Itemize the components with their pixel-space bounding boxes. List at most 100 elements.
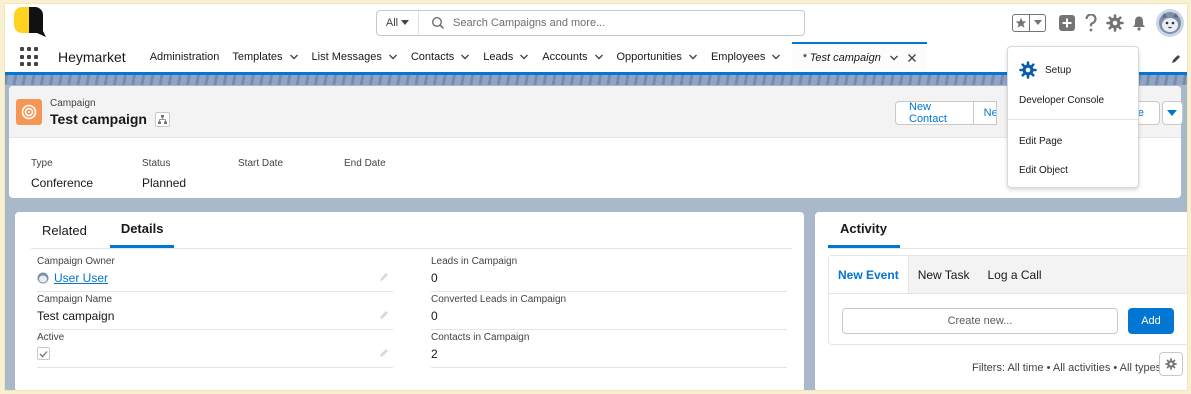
global-actions-icon[interactable]: [1056, 12, 1078, 34]
global-header: All: [5, 4, 1187, 42]
owner-link[interactable]: User User: [54, 271, 108, 285]
chevron-down-icon[interactable]: [594, 52, 604, 62]
close-icon[interactable]: [907, 53, 917, 63]
record-object-label: Campaign: [50, 98, 96, 109]
field-label: Leads in Campaign: [431, 256, 518, 267]
edit-nav-pencil-icon[interactable]: [1171, 54, 1181, 64]
field-label: Active: [37, 332, 65, 343]
global-search: All: [376, 10, 805, 36]
setup-gear-icon: [1019, 61, 1037, 79]
nav-item-label: Opportunities: [616, 51, 682, 63]
record-header: Campaign Test campaign New Contact Ne e: [9, 86, 1183, 138]
owner-avatar-icon: [37, 272, 49, 284]
record-title: Test campaign: [50, 111, 170, 127]
hierarchy-icon[interactable]: [155, 111, 170, 127]
nav-item-label: Accounts: [542, 51, 588, 63]
record-title-text: Test campaign: [50, 111, 147, 127]
favorite-star-icon[interactable]: [1013, 15, 1029, 31]
chevron-down-icon[interactable]: [889, 53, 899, 63]
activity-title[interactable]: Activity: [828, 212, 900, 248]
tab-new-task[interactable]: New Task: [909, 256, 979, 293]
tab-new-event[interactable]: New Event: [829, 256, 909, 293]
field-converted-leads: Converted Leads in Campaign 0: [431, 292, 787, 330]
notifications-bell-icon[interactable]: [1128, 12, 1150, 34]
app-frame: All Search Campaigns and more... Heymark…: [4, 3, 1188, 391]
nav-item-list-messages[interactable]: List Messages: [312, 42, 398, 72]
field-campaign-owner: Campaign Owner User User: [37, 254, 393, 292]
header-utility-icons: [1012, 9, 1187, 37]
tab-test-campaign[interactable]: * Test campaign: [792, 42, 927, 72]
tab-log-a-call[interactable]: Log a Call: [978, 256, 1050, 293]
change-owner-icon[interactable]: [379, 272, 389, 282]
search-icon: [431, 16, 445, 30]
nav-item-templates[interactable]: Templates: [232, 42, 298, 72]
action-button-2[interactable]: Ne: [973, 101, 997, 125]
app-launcher-icon[interactable]: [20, 47, 40, 67]
nav-item-label: Templates: [232, 51, 283, 63]
edit-pencil-icon[interactable]: [379, 310, 389, 320]
new-contact-button[interactable]: New Contact: [895, 101, 974, 125]
field-label: Type: [31, 158, 53, 169]
menu-item-label: Developer Console: [1019, 94, 1105, 106]
menu-item-label: Setup: [1045, 64, 1072, 76]
favorites-list-icon[interactable]: [1029, 15, 1045, 31]
active-checkbox: [37, 347, 50, 360]
edit-pencil-icon[interactable]: [379, 348, 389, 358]
campaign-icon: [16, 99, 42, 125]
nav-item-label: Contacts: [410, 51, 455, 63]
nav-item-administration[interactable]: Administration: [150, 42, 220, 72]
menu-divider: [1008, 119, 1138, 120]
tab-related[interactable]: Related: [31, 212, 98, 248]
field-value: 2: [431, 347, 438, 361]
field-contacts-in-campaign: Contacts in Campaign 2: [431, 330, 787, 368]
activity-card: Activity New Event New Task Log a Call C…: [815, 212, 1187, 390]
activity-divider: [828, 248, 1187, 249]
highlight-field-end-date: End Date: [344, 158, 444, 190]
chevron-down-icon[interactable]: [688, 52, 698, 62]
highlight-field-type: Type Conference: [31, 158, 142, 190]
menu-item-setup[interactable]: Setup: [1008, 59, 1138, 81]
nav-item-employees[interactable]: Employees: [711, 42, 781, 72]
filter-settings-button[interactable]: [1159, 352, 1183, 376]
create-new-input[interactable]: Create new...: [842, 308, 1118, 334]
field-leads-in-campaign: Leads in Campaign 0: [431, 254, 787, 292]
chevron-down-icon[interactable]: [289, 52, 299, 62]
nav-item-opportunities[interactable]: Opportunities: [617, 42, 698, 72]
menu-item-edit-page[interactable]: Edit Page: [1008, 131, 1138, 151]
nav-item-leads[interactable]: Leads: [483, 42, 529, 72]
record-tabs: Related Details: [31, 212, 175, 248]
search-input[interactable]: [453, 17, 804, 29]
chevron-down-icon[interactable]: [771, 52, 781, 62]
menu-item-label: Edit Object: [1019, 164, 1068, 176]
field-label: Contacts in Campaign: [431, 332, 530, 343]
nav-item-label: Administration: [149, 51, 220, 63]
field-label: Start Date: [238, 158, 284, 169]
checkmark-icon: [39, 350, 48, 357]
activity-tabs: New Event New Task Log a Call: [829, 256, 1187, 294]
field-label: End Date: [344, 158, 386, 169]
field-value: Test campaign: [37, 309, 115, 323]
field-label: Status: [142, 158, 171, 169]
add-button[interactable]: Add: [1128, 308, 1174, 334]
record-highlights-panel: Campaign Test campaign New Contact Ne e …: [9, 86, 1183, 198]
nav-item-accounts[interactable]: Accounts: [542, 42, 603, 72]
field-value: 0: [431, 271, 438, 285]
tab-divider: [31, 248, 792, 249]
more-actions-button[interactable]: [1161, 101, 1183, 125]
setup-gear-icon[interactable]: [1104, 12, 1126, 34]
chevron-down-icon[interactable]: [388, 52, 398, 62]
tab-details[interactable]: Details: [109, 212, 175, 248]
nav-item-contacts[interactable]: Contacts: [411, 42, 470, 72]
help-icon[interactable]: [1080, 12, 1102, 34]
chevron-down-icon[interactable]: [460, 52, 470, 62]
activity-filters-text: Filters: All time • All activities • All…: [972, 362, 1162, 374]
user-avatar[interactable]: [1156, 9, 1184, 37]
details-left-column: Campaign Owner User User Campaign Name T…: [37, 254, 393, 368]
menu-item-developer-console[interactable]: Developer Console: [1008, 90, 1138, 110]
search-scope-label: All: [385, 17, 399, 29]
favorites-group: [1012, 14, 1046, 32]
search-scope-dropdown[interactable]: All: [377, 11, 419, 35]
chevron-down-icon[interactable]: [519, 52, 529, 62]
heymarket-logo[interactable]: [13, 6, 47, 38]
menu-item-edit-object[interactable]: Edit Object: [1008, 160, 1138, 180]
